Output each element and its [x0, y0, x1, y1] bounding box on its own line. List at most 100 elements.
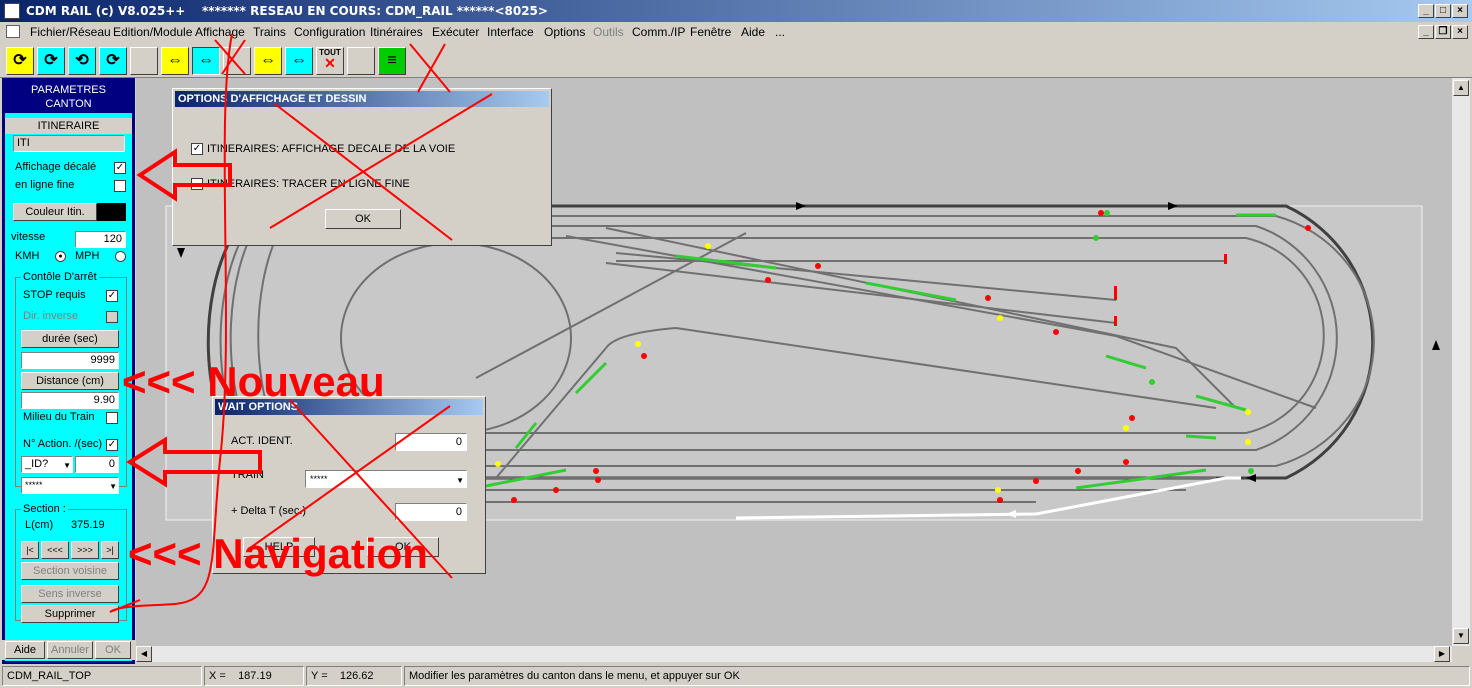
supprimer-button[interactable]: Supprimer [21, 605, 119, 623]
wait-train-value: ***** [310, 474, 328, 484]
status-message: Modifier les paramètres du canton dans l… [404, 666, 1470, 686]
train-select-value: ***** [25, 480, 43, 490]
loop-arrow-icon[interactable]: ⟳ [99, 47, 127, 75]
menu-trains[interactable]: Trains [253, 25, 286, 39]
menu-outils[interactable]: Outils [593, 25, 624, 39]
app-icon[interactable] [4, 3, 20, 19]
loop-yellow-icon[interactable]: ⟳ [6, 47, 34, 75]
section-voisine-button[interactable]: Section voisine [21, 562, 119, 580]
stop-requis-checkbox[interactable]: ✓ [106, 290, 118, 302]
scroll-down-icon[interactable]: ▼ [1453, 628, 1469, 644]
sens-inverse-button[interactable]: Sens inverse [21, 585, 119, 603]
menu-configuration[interactable]: Configuration [294, 25, 365, 39]
itineraire-field[interactable]: ITI [13, 135, 125, 152]
tout-delete-icon[interactable]: TOUT ✕ [316, 47, 344, 75]
scroll-left-icon[interactable]: ◀ [136, 646, 152, 662]
annuler-button[interactable]: Annuler [47, 641, 93, 659]
menu-options[interactable]: Options [544, 25, 585, 39]
title-bar: CDM RAIL (c) V8.025++ ******* RESEAU EN … [0, 0, 1472, 22]
menu-affichage[interactable]: Affichage [195, 25, 245, 39]
menu-fenetre[interactable]: Fenêtre [690, 25, 731, 39]
aide-button[interactable]: Aide [5, 641, 45, 659]
blank-tool-button-2[interactable] [223, 47, 251, 75]
menu-itineraires[interactable]: Itinéraires [370, 25, 423, 39]
affichage-decale-checkbox[interactable]: ✓ [114, 162, 126, 174]
delta-input[interactable]: 0 [395, 503, 467, 521]
couleur-itin-button[interactable]: Couleur Itin. [13, 203, 97, 221]
document-icon[interactable] [6, 25, 20, 38]
child-close-button[interactable]: × [1452, 25, 1468, 39]
train-select-chevron-down-icon[interactable]: ▼ [109, 479, 117, 494]
kmh-radio[interactable]: ● [55, 251, 66, 262]
opt-ligne-fine-checkbox[interactable] [191, 178, 203, 190]
nav-next-button[interactable]: >>> [71, 541, 99, 559]
act-ident-input[interactable]: 0 [395, 433, 467, 451]
scroll-up-icon[interactable]: ▲ [1453, 80, 1469, 96]
nav-prev-button[interactable]: <<< [41, 541, 69, 559]
status-y: Y = 126.62 [306, 666, 402, 686]
loop-cross-icon[interactable]: ⟲ [68, 47, 96, 75]
ligne-fine-checkbox[interactable] [114, 180, 126, 192]
navigation-annotation: <<< Navigation [128, 530, 428, 577]
train-yellow-icon[interactable]: ⇔ [161, 47, 189, 75]
color-swatch[interactable] [97, 203, 126, 221]
list-green-icon[interactable]: ≡ [378, 47, 406, 75]
train-select[interactable]: ***** ▼ [21, 477, 119, 494]
menu-more[interactable]: ... [775, 25, 785, 39]
itineraire-label: ITINERAIRE [5, 118, 132, 134]
distance-input[interactable]: 9.90 [21, 392, 119, 409]
id-select-value: _ID? [25, 458, 49, 470]
nav-last-button[interactable]: >| [101, 541, 119, 559]
wait-train-chevron-down-icon[interactable]: ▼ [456, 473, 464, 489]
duree-button[interactable]: durée (sec) [21, 330, 119, 348]
panel-header-line2: CANTON [45, 98, 92, 110]
child-minimize-button[interactable]: _ [1418, 25, 1434, 39]
close-button[interactable]: × [1452, 4, 1468, 18]
n-action-label: N° Action. /(sec) [23, 438, 102, 450]
vertical-scrollbar[interactable]: ▲ ▼ [1452, 78, 1470, 646]
scroll-right-icon[interactable]: ▶ [1434, 646, 1450, 662]
maximize-button[interactable]: □ [1435, 4, 1451, 18]
horizontal-scrollbar[interactable]: ◀ ▶ [136, 646, 1452, 662]
menu-interface[interactable]: Interface [487, 25, 534, 39]
child-restore-button[interactable]: ❐ [1435, 25, 1451, 39]
affichage-decale-label: Affichage décalé [15, 161, 97, 173]
toolbar: ⟳ ⟳ ⟲ ⟳ ⇔ ⇔ ⇔ ⇔ TOUT ✕ ≡ [0, 44, 1472, 78]
action-input[interactable]: 0 [75, 456, 119, 473]
opt-decale-checkbox[interactable]: ✓ [191, 143, 203, 155]
id-select[interactable]: _ID? ▼ [21, 456, 73, 473]
distance-button[interactable]: Distance (cm) [21, 372, 119, 390]
n-action-checkbox[interactable]: ✓ [106, 439, 118, 451]
menu-fichier[interactable]: Fichier/Réseau [30, 25, 111, 39]
nouveau-annotation: <<< Nouveau [122, 358, 385, 405]
section-title: Section : [21, 503, 68, 515]
status-x-label: X = [209, 670, 226, 682]
nav-first-button[interactable]: |< [21, 541, 39, 559]
minimize-button[interactable]: _ [1418, 4, 1434, 18]
opt-decale-label: ITINERAIRES: AFFICHAGE DECALE DE LA VOIE [207, 143, 456, 155]
train-cyan-active-icon[interactable]: ⇔ [192, 47, 220, 75]
train-label: TRAIN [231, 469, 264, 481]
milieu-train-checkbox[interactable] [106, 412, 118, 424]
menu-executer[interactable]: Exécuter [432, 25, 479, 39]
menu-edition[interactable]: Edition/Module [113, 25, 192, 39]
id-select-chevron-down-icon[interactable]: ▼ [63, 458, 71, 473]
loop-cyan-icon[interactable]: ⟳ [37, 47, 65, 75]
blank-tool-button[interactable] [130, 47, 158, 75]
signal-yellow-icon[interactable]: ⇔ [254, 47, 282, 75]
signal-cyan-icon[interactable]: ⇔ [285, 47, 313, 75]
mph-radio[interactable] [115, 251, 126, 262]
dir-inverse-checkbox[interactable] [106, 311, 118, 323]
status-x: X = 187.19 [204, 666, 304, 686]
blank-tool-button-3[interactable] [347, 47, 375, 75]
wait-train-select[interactable]: ***** ▼ [305, 470, 467, 488]
vitesse-input[interactable]: 120 [75, 231, 126, 248]
duree-input[interactable]: 9999 [21, 352, 119, 369]
menu-aide[interactable]: Aide [741, 25, 765, 39]
status-x-value: 187.19 [238, 670, 272, 682]
panel-header-line1: PARAMETRES [31, 84, 106, 96]
status-bar: CDM_RAIL_TOP X = 187.19 Y = 126.62 Modif… [0, 664, 1472, 688]
menu-comm-ip[interactable]: Comm./IP [632, 25, 685, 39]
ok-button[interactable]: OK [95, 641, 131, 659]
options-ok-button[interactable]: OK [325, 209, 401, 229]
